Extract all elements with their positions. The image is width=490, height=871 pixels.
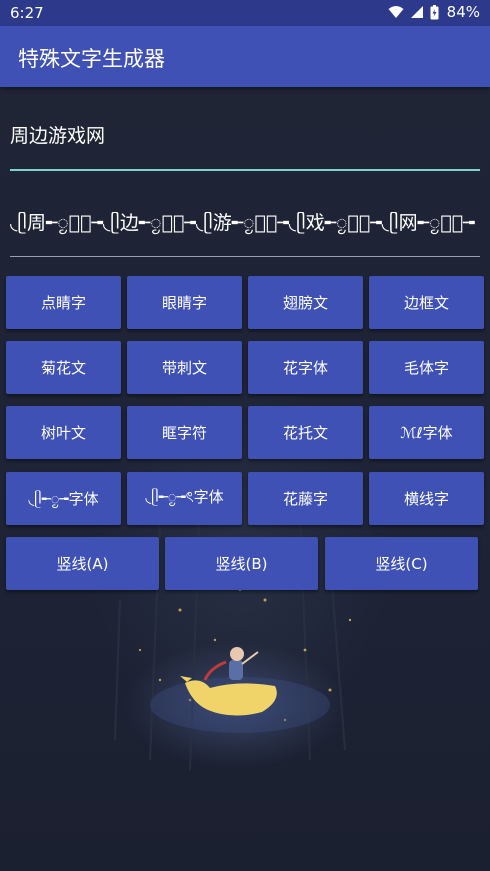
battery-icon — [430, 4, 439, 19]
yanjing-button[interactable]: 眼睛字 — [127, 276, 242, 329]
shuxian-a-button[interactable]: 竖线(A) — [6, 537, 159, 590]
text-input[interactable]: 周边游戏网 — [10, 121, 480, 151]
kuangzifu-button[interactable]: 眶字符 — [127, 406, 242, 459]
maotizi-button[interactable]: 毛体字 — [369, 341, 484, 394]
input-underline — [10, 169, 480, 171]
daici-button[interactable]: 带刺文 — [127, 341, 242, 394]
shuye-button[interactable]: 树叶文 — [6, 406, 121, 459]
wifi-icon — [388, 6, 404, 18]
shuxian-c-button[interactable]: 竖线(C) — [325, 537, 478, 590]
huateng-button[interactable]: 花藤字 — [248, 472, 363, 525]
huaziti-button[interactable]: 花字体 — [248, 341, 363, 394]
juhua-button[interactable]: 菊花文 — [6, 341, 121, 394]
signal-icon — [410, 6, 423, 18]
app-bar: 特殊文字生成器 — [0, 26, 490, 87]
biankuang-button[interactable]: 边框文 — [369, 276, 484, 329]
status-icons: 84% — [388, 3, 480, 21]
output-text[interactable]: ◟ᥫ周╾ᮬ⌓ᮬ╼◟ᥫ边╾ᮬ⌓ᮬ╼◟ᥫ游╾ᮬ⌓ᮬ╼◟ᥫ戏╾ᮬ⌓ᮬ╼◟ᥫ网╾ᮬ⌓ᮬ╼ — [10, 206, 480, 240]
status-time: 6:27 — [10, 4, 44, 22]
huatuo-button[interactable]: 花托文 — [248, 406, 363, 459]
ml-font-button[interactable]: ℳℓ字体 — [369, 406, 484, 459]
decor-font-b-button[interactable]: ◟ᥫ╾ᮬ╼ৎ字体 — [127, 472, 242, 525]
battery-percent: 84% — [446, 3, 480, 21]
shuxian-b-button[interactable]: 竖线(B) — [165, 537, 318, 590]
app-title: 特殊文字生成器 — [18, 47, 165, 71]
status-bar: 6:27 84% — [0, 0, 490, 26]
chibang-button[interactable]: 翅膀文 — [248, 276, 363, 329]
decor-font-a-button[interactable]: ◟ᥫ╾ᮬ╼字体 — [6, 472, 121, 525]
hengxian-button[interactable]: 横线字 — [369, 472, 484, 525]
output-underline — [10, 256, 480, 257]
dianjing-button[interactable]: 点睛字 — [6, 276, 121, 329]
